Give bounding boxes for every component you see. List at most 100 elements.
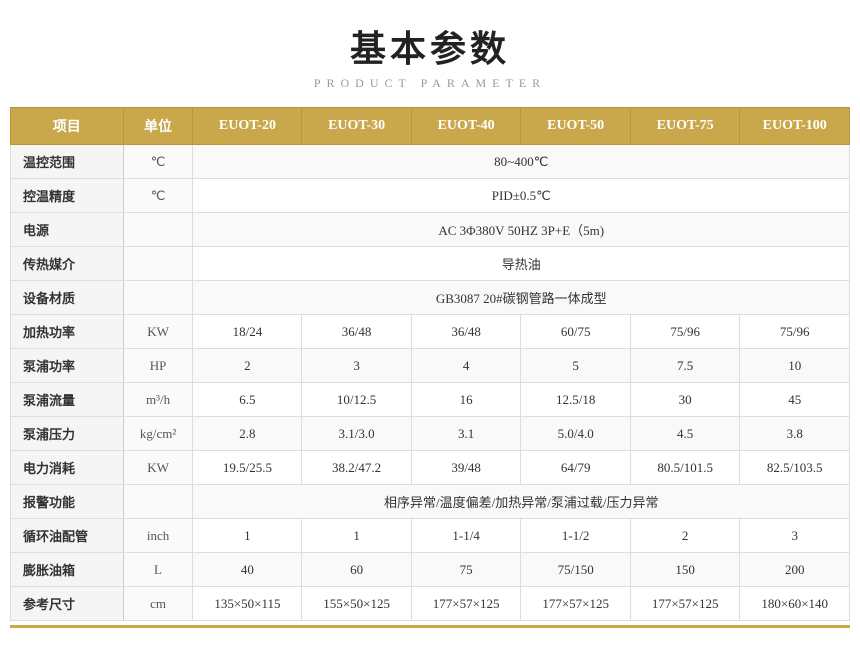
col-header-unit: 单位 <box>123 108 193 145</box>
row-value: 4 <box>411 349 521 383</box>
row-value: 1 <box>193 519 302 553</box>
row-label: 参考尺寸 <box>11 587 124 621</box>
col-header-item: 项目 <box>11 108 124 145</box>
row-value: 16 <box>411 383 521 417</box>
row-unit: m³/h <box>123 383 193 417</box>
row-value: 180×60×140 <box>740 587 850 621</box>
row-value: 36/48 <box>302 315 412 349</box>
row-value: 150 <box>630 553 740 587</box>
row-value: 200 <box>740 553 850 587</box>
row-unit: HP <box>123 349 193 383</box>
row-label: 膨胀油箱 <box>11 553 124 587</box>
row-value: 177×57×125 <box>630 587 740 621</box>
row-value: 5.0/4.0 <box>521 417 631 451</box>
row-value: 75 <box>411 553 521 587</box>
row-label: 泵浦压力 <box>11 417 124 451</box>
row-value: 75/96 <box>740 315 850 349</box>
row-value-wide: 导热油 <box>193 247 850 281</box>
row-value: 2 <box>630 519 740 553</box>
table-row: 报警功能 相序异常/温度偏差/加热异常/泵浦过载/压力异常 <box>11 485 850 519</box>
table-row: 传热媒介 导热油 <box>11 247 850 281</box>
row-unit <box>123 213 193 247</box>
row-value: 2 <box>193 349 302 383</box>
row-value: 155×50×125 <box>302 587 412 621</box>
row-value: 7.5 <box>630 349 740 383</box>
row-value: 10 <box>740 349 850 383</box>
table-row: 泵浦功率HP23457.510 <box>11 349 850 383</box>
row-value: 10/12.5 <box>302 383 412 417</box>
row-value: 1 <box>302 519 412 553</box>
row-label: 电源 <box>11 213 124 247</box>
row-label: 泵浦流量 <box>11 383 124 417</box>
row-value: 135×50×115 <box>193 587 302 621</box>
row-value: 5 <box>521 349 631 383</box>
row-label: 控温精度 <box>11 179 124 213</box>
col-header-euot50: EUOT-50 <box>521 108 631 145</box>
row-unit <box>123 247 193 281</box>
row-value: 75/150 <box>521 553 631 587</box>
row-value: 60 <box>302 553 412 587</box>
table-row: 循环油配管inch111-1/41-1/223 <box>11 519 850 553</box>
col-header-euot100: EUOT-100 <box>740 108 850 145</box>
row-label: 温控范围 <box>11 145 124 179</box>
row-value: 1-1/4 <box>411 519 521 553</box>
row-value: 39/48 <box>411 451 521 485</box>
row-label: 加热功率 <box>11 315 124 349</box>
row-value-wide: PID±0.5℃ <box>193 179 850 213</box>
table-row: 参考尺寸cm135×50×115155×50×125177×57×125177×… <box>11 587 850 621</box>
row-value: 177×57×125 <box>521 587 631 621</box>
row-label: 传热媒介 <box>11 247 124 281</box>
bottom-line <box>10 625 850 628</box>
row-value: 4.5 <box>630 417 740 451</box>
row-value: 38.2/47.2 <box>302 451 412 485</box>
table-row: 泵浦压力kg/cm²2.83.1/3.03.15.0/4.04.53.8 <box>11 417 850 451</box>
row-value: 6.5 <box>193 383 302 417</box>
row-value: 3 <box>740 519 850 553</box>
row-unit: ℃ <box>123 179 193 213</box>
row-value: 2.8 <box>193 417 302 451</box>
row-value: 45 <box>740 383 850 417</box>
row-value: 80.5/101.5 <box>630 451 740 485</box>
row-value: 3.1/3.0 <box>302 417 412 451</box>
row-value-wide: AC 3Φ380V 50HZ 3P+E（5m) <box>193 213 850 247</box>
page-subtitle: PRODUCT PARAMETER <box>314 76 546 91</box>
row-unit <box>123 485 193 519</box>
row-value: 3 <box>302 349 412 383</box>
row-unit: KW <box>123 451 193 485</box>
row-value-wide: 80~400℃ <box>193 145 850 179</box>
row-unit: kg/cm² <box>123 417 193 451</box>
row-label: 电力消耗 <box>11 451 124 485</box>
row-unit: ℃ <box>123 145 193 179</box>
row-value: 40 <box>193 553 302 587</box>
row-label: 报警功能 <box>11 485 124 519</box>
table-row: 温控范围℃80~400℃ <box>11 145 850 179</box>
row-value: 3.1 <box>411 417 521 451</box>
row-unit <box>123 281 193 315</box>
col-header-euot30: EUOT-30 <box>302 108 412 145</box>
row-value: 3.8 <box>740 417 850 451</box>
table-header-row: 项目 单位 EUOT-20 EUOT-30 EUOT-40 EUOT-50 EU… <box>11 108 850 145</box>
row-value: 36/48 <box>411 315 521 349</box>
row-value-wide: 相序异常/温度偏差/加热异常/泵浦过载/压力异常 <box>193 485 850 519</box>
table-row: 控温精度℃PID±0.5℃ <box>11 179 850 213</box>
col-header-euot75: EUOT-75 <box>630 108 740 145</box>
row-unit: KW <box>123 315 193 349</box>
parameter-table: 项目 单位 EUOT-20 EUOT-30 EUOT-40 EUOT-50 EU… <box>10 107 850 621</box>
row-value-wide: GB3087 20#碳钢管路一体成型 <box>193 281 850 315</box>
page-title: 基本参数 <box>350 20 510 72</box>
row-value: 19.5/25.5 <box>193 451 302 485</box>
row-value: 12.5/18 <box>521 383 631 417</box>
row-value: 177×57×125 <box>411 587 521 621</box>
row-value: 82.5/103.5 <box>740 451 850 485</box>
table-row: 电源 AC 3Φ380V 50HZ 3P+E（5m) <box>11 213 850 247</box>
row-label: 循环油配管 <box>11 519 124 553</box>
row-unit: cm <box>123 587 193 621</box>
row-unit: L <box>123 553 193 587</box>
row-label: 泵浦功率 <box>11 349 124 383</box>
row-value: 1-1/2 <box>521 519 631 553</box>
col-header-euot40: EUOT-40 <box>411 108 521 145</box>
row-value: 75/96 <box>630 315 740 349</box>
row-value: 60/75 <box>521 315 631 349</box>
row-label: 设备材质 <box>11 281 124 315</box>
table-row: 加热功率KW18/2436/4836/4860/7575/9675/96 <box>11 315 850 349</box>
